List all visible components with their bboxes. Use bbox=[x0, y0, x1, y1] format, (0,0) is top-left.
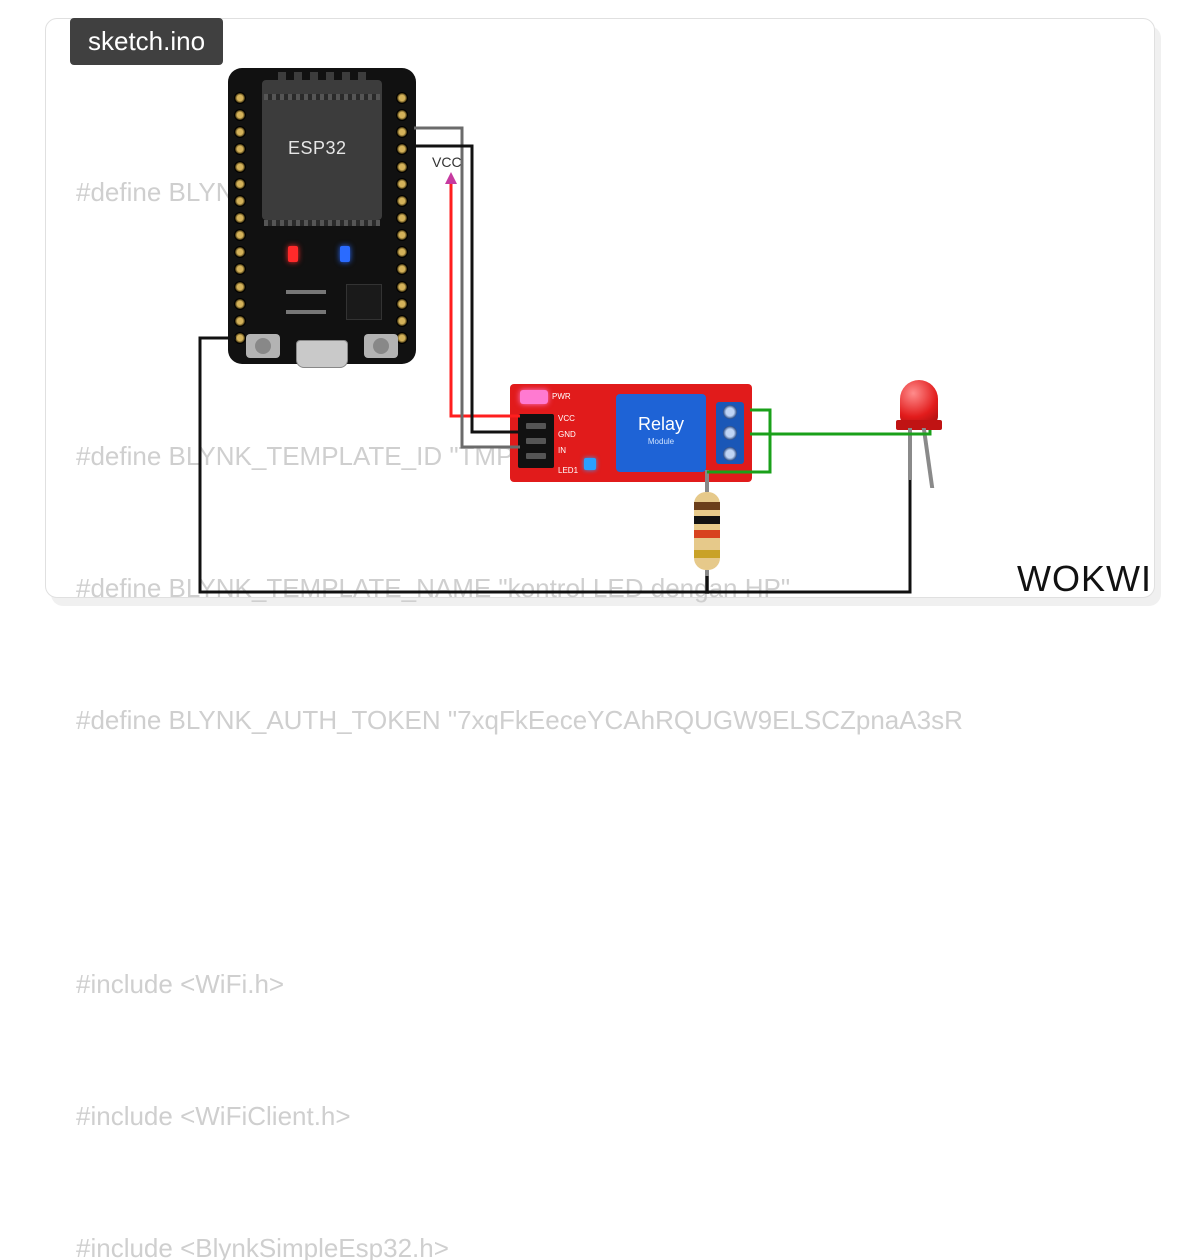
relay-power-led bbox=[520, 390, 548, 404]
vcc-arrow-icon bbox=[445, 172, 457, 184]
relay-screw-terminal bbox=[716, 402, 744, 464]
relay-pin-label: IN bbox=[558, 446, 566, 455]
led-red[interactable] bbox=[896, 380, 946, 460]
relay-signal-led bbox=[584, 458, 596, 470]
code-line bbox=[76, 830, 1136, 874]
code-line: #include <WiFi.h> bbox=[76, 962, 1136, 1006]
esp32-ic bbox=[346, 284, 382, 320]
esp32-regulator bbox=[286, 286, 326, 318]
relay-header-pins bbox=[518, 414, 554, 468]
led-bulb bbox=[900, 380, 938, 424]
code-line: #include <WiFiClient.h> bbox=[76, 1094, 1136, 1138]
relay-subtitle: Module bbox=[616, 437, 706, 446]
code-line: #define BLYNK_TEMPLATE_NAME "kontrol LED… bbox=[76, 566, 1136, 610]
relay-pin-label: PWR bbox=[552, 392, 571, 401]
relay-pin-label: LED1 bbox=[558, 466, 578, 475]
code-line: #define BLYNK_AUTH_TOKEN "7xqFkEeceYCAhR… bbox=[76, 698, 1136, 742]
esp32-boot-button[interactable] bbox=[364, 334, 398, 358]
vcc-label: VCC bbox=[432, 154, 462, 170]
code-line: #include <BlynkSimpleEsp32.h> bbox=[76, 1226, 1136, 1260]
esp32-en-button[interactable] bbox=[246, 334, 280, 358]
resistor[interactable] bbox=[694, 488, 720, 574]
esp32-pins-left bbox=[234, 92, 248, 344]
esp32-pins-right bbox=[396, 92, 410, 344]
esp32-label: ESP32 bbox=[288, 138, 347, 159]
filename-tab: sketch.ino bbox=[70, 18, 223, 65]
relay-title: Relay bbox=[616, 414, 706, 435]
led-cathode bbox=[908, 428, 912, 480]
resistor-body bbox=[694, 492, 720, 570]
esp32-board[interactable]: ESP32 bbox=[228, 68, 416, 364]
esp32-power-led bbox=[288, 246, 298, 262]
relay-module[interactable]: PWR VCC GND IN LED1 Relay Module bbox=[510, 384, 752, 482]
relay-pin-label: GND bbox=[558, 430, 576, 439]
esp32-usb-port bbox=[296, 340, 348, 368]
wokwi-logo: WOKWI bbox=[1017, 558, 1152, 600]
relay-body: Relay Module bbox=[616, 394, 706, 472]
relay-pin-label: VCC bbox=[558, 414, 575, 423]
esp32-status-led bbox=[340, 246, 350, 262]
